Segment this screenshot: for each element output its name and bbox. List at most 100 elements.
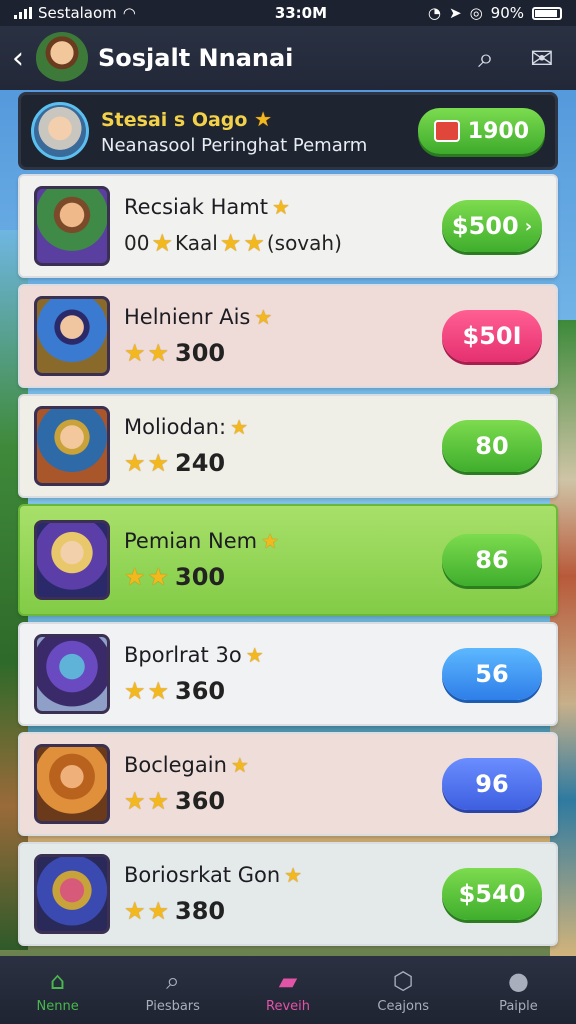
gift-icon xyxy=(433,120,460,142)
app-avatar[interactable] xyxy=(36,32,88,84)
tab-label: Piesbars xyxy=(145,998,200,1014)
star-icon: ★ xyxy=(254,305,273,329)
price-label: 56 xyxy=(475,660,509,688)
tab-label: Nenne xyxy=(36,998,79,1014)
sync-icon: ◎ xyxy=(469,4,483,22)
rating-value: 240 xyxy=(175,449,226,477)
signal-icon xyxy=(14,7,32,19)
star-icon: ★ xyxy=(230,415,249,439)
character-thumbnail xyxy=(34,854,110,934)
price-button[interactable]: 80 xyxy=(442,420,542,472)
back-arrow-icon[interactable]: ‹ xyxy=(12,41,36,76)
hero-subtitle: Neanasool Peringhat Pemarm xyxy=(101,134,368,156)
home-icon: ⌂ xyxy=(49,966,66,995)
character-thumbnail xyxy=(34,634,110,714)
star-icon: ★ xyxy=(284,863,303,887)
battery-percent: 90% xyxy=(490,4,524,22)
hero-name: Stesai s Oago xyxy=(101,108,248,131)
item-name: Boriosrkat Gon xyxy=(124,863,281,887)
status-time: 33:0M xyxy=(274,4,328,22)
badge-icon: ⬡ xyxy=(392,966,414,995)
tab-chat[interactable]: ● Paiple xyxy=(461,956,576,1024)
star-icon: ★ xyxy=(147,449,170,477)
status-bar: Sestalaom ◠ 33:0M ◔ ➤ ◎ 90% xyxy=(0,0,576,26)
price-button[interactable]: 56 xyxy=(442,648,542,700)
price-label: 96 xyxy=(475,770,509,798)
character-thumbnail xyxy=(34,186,110,266)
star-icon: ★ xyxy=(245,643,264,667)
price-label: $50I xyxy=(462,322,522,350)
tab-label: Ceajons xyxy=(377,998,430,1014)
item-name: Pemian Nem xyxy=(124,529,258,553)
star-icon: ★ xyxy=(147,787,170,815)
list-item[interactable]: Moliodan: ★ ★ ★ 240 80 xyxy=(18,394,558,498)
price-label: 80 xyxy=(475,432,509,460)
tab-label: Paiple xyxy=(499,998,538,1014)
price-button[interactable]: 96 xyxy=(442,758,542,810)
character-thumbnail xyxy=(34,744,110,824)
star-icon: ★ xyxy=(254,106,273,131)
star-icon: ★ xyxy=(219,229,242,257)
star-icon: ★ xyxy=(124,677,146,705)
tab-home[interactable]: ⌂ Nenne xyxy=(0,956,115,1024)
list-item[interactable]: Helnienr Ais ★ ★ ★ 300 $50I xyxy=(18,284,558,388)
star-icon: ★ xyxy=(261,529,280,553)
rating-suffix: (sovah) xyxy=(266,231,342,255)
search-icon[interactable]: ⌕ xyxy=(464,36,508,80)
carrier-label: Sestalaom xyxy=(38,4,117,22)
rating-prefix: 00 xyxy=(124,231,150,255)
star-icon: ★ xyxy=(147,339,170,367)
star-icon: ★ xyxy=(147,677,170,705)
chat-icon: ● xyxy=(507,966,529,995)
star-icon: ★ xyxy=(147,897,170,925)
search-icon: ⌕ xyxy=(166,966,180,995)
item-name: Boclegain xyxy=(124,753,227,777)
rating-value: 300 xyxy=(175,339,226,367)
rating-value: 360 xyxy=(175,677,226,705)
wifi-icon: ◠ xyxy=(122,4,136,22)
price-button[interactable]: $500 › xyxy=(442,200,542,252)
rating-value: 380 xyxy=(175,897,226,925)
page-title: Sosjalt Nnanai xyxy=(98,44,294,72)
price-button[interactable]: 86 xyxy=(442,534,542,586)
character-thumbnail xyxy=(34,406,110,486)
coins-value: 1900 xyxy=(467,118,529,144)
item-name: Recsiak Hamt xyxy=(124,195,268,219)
star-icon: ★ xyxy=(124,787,146,815)
star-icon: ★ xyxy=(124,563,146,591)
tab-label: Reveih xyxy=(266,998,310,1014)
star-icon: ★ xyxy=(151,229,173,257)
leaderboard-list: Stesai s Oago ★ Neanasool Peringhat Pema… xyxy=(18,92,558,952)
bottom-tab-bar: ⌂ Nenne ⌕ Piesbars ▰ Reveih ⬡ Ceajons ● … xyxy=(0,956,576,1024)
price-button[interactable]: $50I xyxy=(442,310,542,362)
price-label: $540 xyxy=(458,880,526,908)
battery-icon xyxy=(532,6,562,20)
star-icon: ★ xyxy=(243,229,265,257)
hero-card[interactable]: Stesai s Oago ★ Neanasool Peringhat Pema… xyxy=(18,92,558,170)
rating-value: 300 xyxy=(175,563,226,591)
tab-badges[interactable]: ⬡ Ceajons xyxy=(346,956,461,1024)
item-name: Bporlrat 3o xyxy=(124,643,242,667)
location-icon: ➤ xyxy=(448,4,462,22)
list-item[interactable]: Recsiak Hamt ★ 00 ★ Kaal ★ ★ (sovah) $500 › xyxy=(18,174,558,278)
tab-search[interactable]: ⌕ Piesbars xyxy=(115,956,230,1024)
list-item[interactable]: Bporlrat 3o ★ ★ ★ 360 56 xyxy=(18,622,558,726)
price-label: 86 xyxy=(475,546,509,574)
star-icon: ★ xyxy=(124,449,146,477)
alarm-icon: ◔ xyxy=(427,4,441,22)
list-item[interactable]: Boclegain ★ ★ ★ 360 96 xyxy=(18,732,558,836)
coins-button[interactable]: 1900 xyxy=(417,108,545,154)
star-icon: ★ xyxy=(124,897,146,925)
list-item[interactable]: Boriosrkat Gon ★ ★ ★ 380 $540 xyxy=(18,842,558,946)
card-icon: ▰ xyxy=(278,966,298,995)
price-button[interactable]: $540 xyxy=(442,868,542,920)
character-thumbnail xyxy=(34,520,110,600)
mail-icon[interactable]: ✉ xyxy=(520,36,564,80)
tab-cards[interactable]: ▰ Reveih xyxy=(230,956,345,1024)
price-label: $500 xyxy=(451,212,519,240)
rating-value: 360 xyxy=(175,787,226,815)
hero-avatar xyxy=(31,102,89,160)
list-item[interactable]: Pemian Nem ★ ★ ★ 300 86 xyxy=(18,504,558,616)
star-icon: ★ xyxy=(124,339,146,367)
app-bar: ‹ Sosjalt Nnanai ⌕ ✉ xyxy=(0,26,576,90)
